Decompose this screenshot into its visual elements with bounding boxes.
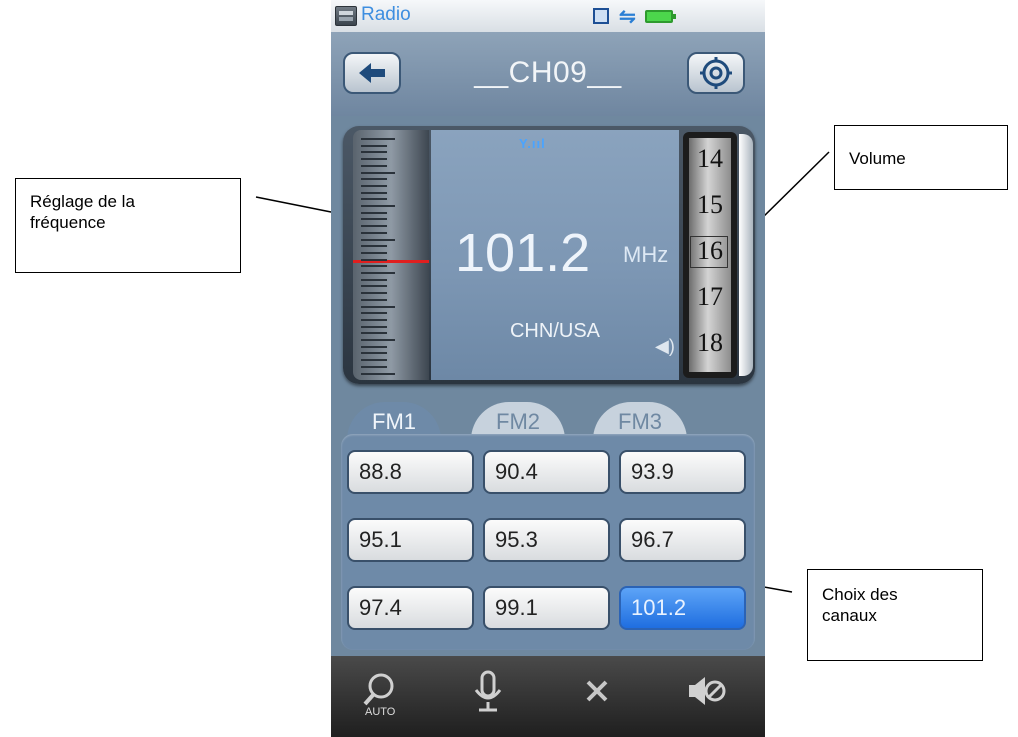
- preset-button[interactable]: 96.7: [619, 518, 746, 562]
- dial-tick: [361, 171, 395, 174]
- dial-tick: [361, 138, 395, 140]
- dial-tick: [361, 265, 387, 268]
- dial-tick: [361, 339, 395, 341]
- region-label: CHN/USA: [509, 320, 600, 342]
- settings-button[interactable]: [687, 52, 745, 94]
- radio-app-icon: [335, 6, 357, 26]
- status-bar: Radio ⇋: [331, 0, 765, 33]
- dial-tick: [361, 225, 387, 228]
- dial-tick: [361, 158, 387, 161]
- preset-button-selected[interactable]: 101.2: [619, 586, 746, 630]
- app-title: Radio: [361, 4, 411, 25]
- memory-card-icon: [593, 8, 609, 24]
- speaker-icon: ◀): [655, 336, 675, 356]
- dial-tick: [361, 205, 395, 207]
- dial-tick: [361, 198, 387, 201]
- callout-volume: Volume: [834, 125, 1008, 190]
- volume-number: 15: [697, 190, 723, 219]
- frequency-display: Y.ııl 101.2 MHz CHN/USA ◀): [431, 130, 679, 380]
- volume-number: 18: [697, 328, 723, 357]
- dial-tick: [361, 251, 387, 254]
- close-icon: [586, 680, 608, 702]
- dial-tick: [361, 184, 387, 187]
- volume-wheel[interactable]: 14 15 16 17 18: [683, 132, 737, 378]
- preset-button[interactable]: 95.1: [347, 518, 474, 562]
- callout-channels: Choix des canaux: [807, 569, 983, 661]
- preset-button[interactable]: 97.4: [347, 586, 474, 630]
- preset-button[interactable]: 88.8: [347, 450, 474, 494]
- preset-button[interactable]: 93.9: [619, 450, 746, 494]
- antenna-signal-icon: Y.ııl: [519, 136, 546, 151]
- volume-number: 17: [697, 282, 723, 311]
- dial-tick: [361, 292, 387, 295]
- dial-tick: [361, 305, 395, 308]
- volume-selection-frame: [690, 236, 728, 268]
- frequency-tuning-dial[interactable]: [353, 130, 429, 380]
- dial-tick: [361, 278, 387, 281]
- auto-label: AUTO: [365, 706, 396, 718]
- dial-tick: [361, 231, 387, 234]
- gear-icon: [700, 57, 732, 89]
- preset-button[interactable]: 99.1: [483, 586, 610, 630]
- microphone-icon: [474, 670, 502, 712]
- radio-app-screen: Radio ⇋ __CH09__ Y.ııl 101.2 MHz CHN/USA…: [331, 0, 765, 737]
- dial-tick: [361, 318, 387, 321]
- frequency-value: 101.2: [455, 223, 591, 283]
- dial-tick: [361, 245, 387, 248]
- close-button[interactable]: [563, 666, 633, 726]
- dial-tick: [361, 365, 387, 368]
- callout-tuning: Réglage de la fréquence: [15, 178, 241, 273]
- dial-tick: [361, 352, 387, 355]
- tuner-panel: Y.ııl 101.2 MHz CHN/USA ◀) 14 15 16 17 1…: [343, 126, 755, 384]
- battery-icon: [645, 10, 676, 23]
- dial-tick: [361, 144, 387, 147]
- dial-tick: [361, 285, 387, 288]
- dial-tick: [361, 238, 395, 241]
- volume-knob-edge: [739, 134, 753, 376]
- title-bar: __CH09__: [331, 32, 765, 116]
- preset-button[interactable]: 95.3: [483, 518, 610, 562]
- dial-tick: [361, 178, 387, 181]
- speaker-mute-icon: [689, 677, 726, 705]
- dial-tick: [361, 258, 387, 261]
- dial-tick: [361, 211, 387, 214]
- mute-button[interactable]: [675, 666, 745, 726]
- dial-tick: [361, 372, 395, 375]
- auto-scan-button[interactable]: AUTO: [357, 666, 427, 726]
- volume-wheel-face: 14 15 16 17 18: [689, 138, 731, 372]
- dial-tick: [361, 332, 387, 335]
- frequency-unit: MHz: [623, 242, 669, 267]
- preset-button[interactable]: 90.4: [483, 450, 610, 494]
- dial-tick: [361, 164, 387, 167]
- dial-tick: [361, 359, 387, 362]
- dial-tick: [361, 312, 387, 315]
- volume-number: 14: [697, 144, 723, 173]
- dial-tick: [361, 325, 387, 328]
- record-button[interactable]: [455, 666, 525, 726]
- dial-tick: [361, 272, 395, 274]
- dial-tick: [361, 151, 387, 154]
- dial-tick: [361, 298, 387, 301]
- dial-tick: [361, 345, 387, 348]
- usb-icon: ⇋: [619, 6, 636, 28]
- dial-tick: [361, 191, 387, 194]
- dial-tick: [361, 218, 387, 221]
- preset-panel: 88.8 90.4 93.9 95.1 95.3 96.7 97.4 99.1 …: [341, 434, 755, 650]
- bottom-toolbar: AUTO: [331, 656, 765, 737]
